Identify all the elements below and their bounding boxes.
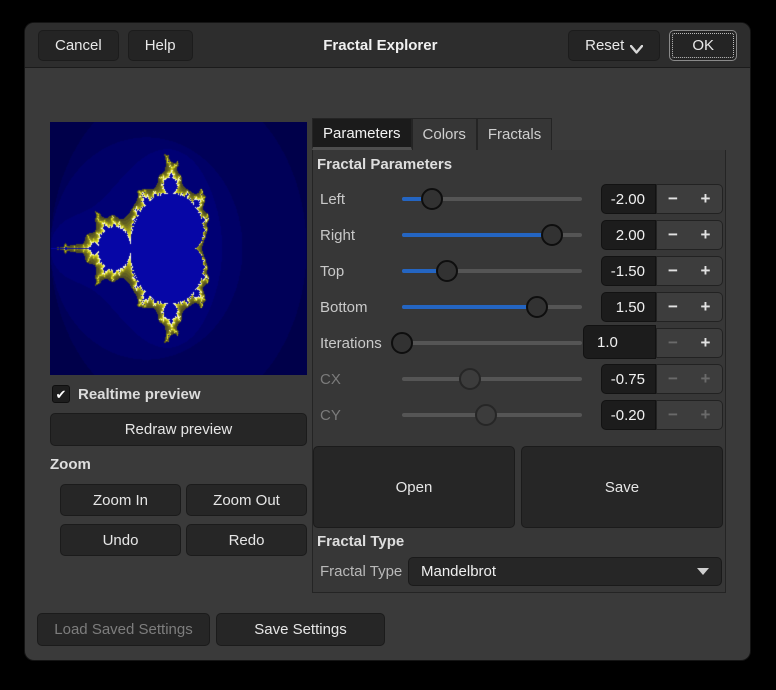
param-label-cx: CX [320, 361, 341, 397]
plus-icon-right[interactable]: + [689, 220, 723, 250]
ok-button[interactable]: OK [669, 30, 737, 61]
caret-down-icon [697, 568, 709, 575]
slider-handle-top[interactable] [436, 260, 458, 282]
fractal-type-label: Fractal Type [320, 557, 402, 586]
param-label-cy: CY [320, 397, 341, 433]
fractal-type-selected-value: Mandelbrot [421, 563, 496, 580]
slider-handle-right[interactable] [541, 224, 563, 246]
fractal-explorer-dialog: Cancel Help Fractal Explorer Reset OK ✔ … [25, 23, 750, 660]
param-label-right: Right [320, 217, 355, 253]
param-row-right: Right 2.00−+ [320, 217, 725, 253]
zoom-in-button[interactable]: Zoom In [60, 484, 181, 516]
slider-track-cx[interactable] [402, 377, 582, 381]
undo-button[interactable]: Undo [60, 524, 181, 556]
reset-button-label: Reset [585, 37, 624, 54]
value-field-cx[interactable]: -0.75 [601, 364, 656, 394]
param-row-bottom: Bottom 1.50−+ [320, 289, 725, 325]
slider-right[interactable] [402, 217, 582, 253]
fractal-preview[interactable] [50, 122, 307, 375]
fractal-parameters-heading: Fractal Parameters [317, 156, 452, 173]
param-row-cx: CX -0.75−+ [320, 361, 725, 397]
minus-icon-iterations[interactable]: − [656, 328, 690, 358]
slider-bottom[interactable] [402, 289, 582, 325]
param-label-top: Top [320, 253, 344, 289]
slider-cy[interactable] [402, 397, 582, 433]
plus-icon-bottom[interactable]: + [689, 292, 723, 322]
realtime-preview-checkbox[interactable]: ✔ Realtime preview [52, 384, 201, 404]
slider-track-iterations[interactable] [402, 341, 582, 345]
reset-button[interactable]: Reset [568, 30, 660, 61]
cancel-button[interactable]: Cancel [38, 30, 119, 61]
plus-icon-cx[interactable]: + [689, 364, 723, 394]
param-row-top: Top -1.50−+ [320, 253, 725, 289]
slider-handle-cy[interactable] [475, 404, 497, 426]
realtime-preview-label: Realtime preview [78, 386, 201, 403]
chevron-down-icon [630, 41, 643, 50]
slider-handle-bottom[interactable] [526, 296, 548, 318]
slider-fill-right [402, 233, 552, 237]
open-button[interactable]: Open [313, 446, 515, 528]
param-label-iterations: Iterations [320, 325, 382, 361]
value-field-right[interactable]: 2.00 [601, 220, 656, 250]
tab-parameters[interactable]: Parameters [312, 118, 412, 150]
help-button[interactable]: Help [128, 30, 193, 61]
slider-left[interactable] [402, 181, 582, 217]
plus-icon-iterations[interactable]: + [689, 328, 723, 358]
value-field-left[interactable]: -2.00 [601, 184, 656, 214]
plus-icon-top[interactable]: + [689, 256, 723, 286]
zoom-out-button[interactable]: Zoom Out [186, 484, 307, 516]
load-saved-settings-button[interactable]: Load Saved Settings [37, 613, 210, 646]
plus-icon-left[interactable]: + [689, 184, 723, 214]
plus-icon-cy[interactable]: + [689, 400, 723, 430]
slider-cx[interactable] [402, 361, 582, 397]
param-row-cy: CY -0.20−+ [320, 397, 725, 433]
param-row-iterations: Iterations 1.0−+ [320, 325, 725, 361]
notebook-tabbar: ParametersColorsFractals [312, 118, 726, 151]
slider-handle-cx[interactable] [459, 368, 481, 390]
minus-icon-cx[interactable]: − [656, 364, 690, 394]
minus-icon-top[interactable]: − [656, 256, 690, 286]
slider-handle-iterations[interactable] [391, 332, 413, 354]
slider-iterations[interactable] [402, 325, 582, 361]
zoom-section-heading: Zoom [50, 456, 91, 473]
value-field-iterations[interactable]: 1.0 [583, 325, 656, 359]
fractal-type-heading: Fractal Type [317, 533, 404, 550]
save-button[interactable]: Save [521, 446, 723, 528]
slider-handle-left[interactable] [421, 188, 443, 210]
param-label-left: Left [320, 181, 345, 217]
titlebar: Cancel Help Fractal Explorer Reset OK [25, 23, 750, 68]
value-field-cy[interactable]: -0.20 [601, 400, 656, 430]
tab-fractals[interactable]: Fractals [477, 118, 552, 150]
param-label-bottom: Bottom [320, 289, 368, 325]
minus-icon-left[interactable]: − [656, 184, 690, 214]
slider-fill-bottom [402, 305, 537, 309]
slider-top[interactable] [402, 253, 582, 289]
dialog-title: Fractal Explorer [202, 37, 560, 54]
minus-icon-cy[interactable]: − [656, 400, 690, 430]
fractal-type-dropdown[interactable]: Mandelbrot [408, 557, 722, 586]
tab-colors[interactable]: Colors [412, 118, 477, 150]
checkbox-check-icon: ✔ [52, 385, 70, 403]
save-settings-button[interactable]: Save Settings [216, 613, 385, 646]
redraw-preview-button[interactable]: Redraw preview [50, 413, 307, 446]
minus-icon-bottom[interactable]: − [656, 292, 690, 322]
redo-button[interactable]: Redo [186, 524, 307, 556]
minus-icon-right[interactable]: − [656, 220, 690, 250]
value-field-bottom[interactable]: 1.50 [601, 292, 656, 322]
param-row-left: Left -2.00−+ [320, 181, 725, 217]
value-field-top[interactable]: -1.50 [601, 256, 656, 286]
